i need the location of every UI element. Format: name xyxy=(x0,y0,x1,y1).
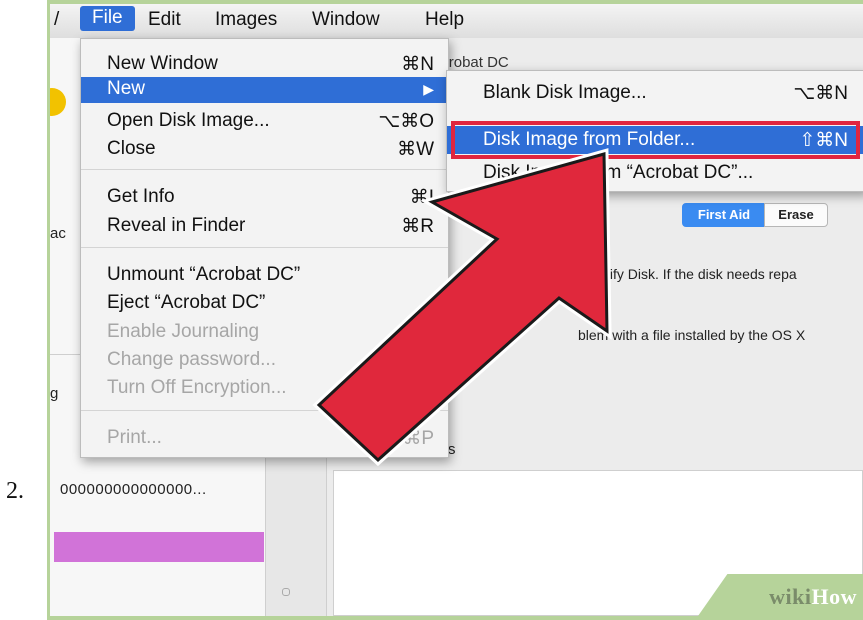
menu-item-label: Disk Image from “Acrobat DC”... xyxy=(483,162,754,183)
menu-item-label: Open Disk Image... xyxy=(107,110,270,131)
menu-item-label: Turn Off Encryption... xyxy=(107,377,287,398)
wikihow-watermark: wikiHow xyxy=(769,584,857,610)
watermark-how: How xyxy=(811,584,857,609)
menu-item-label: Unmount “Acrobat DC” xyxy=(107,264,301,285)
disk-icon xyxy=(50,88,66,116)
menu-separator xyxy=(81,410,448,411)
menu-item-turn-off-encryption: Turn Off Encryption... xyxy=(81,376,448,400)
shortcut-label: ⌘R xyxy=(401,216,434,237)
submenu-arrow-icon: ▶ xyxy=(423,81,434,97)
menu-file[interactable]: File xyxy=(80,6,135,31)
mac-screen: / File Edit Images Window Help ac g 0000… xyxy=(50,4,863,616)
menu-item-label: New Window xyxy=(107,53,218,74)
menu-item-label: Print... xyxy=(107,427,162,448)
menu-images[interactable]: Images xyxy=(215,9,277,31)
menu-bar: / File Edit Images Window Help xyxy=(50,4,863,39)
menu-item-label: New xyxy=(107,78,146,99)
menu-help[interactable]: Help xyxy=(425,9,464,31)
menu-item-reveal-in-finder[interactable]: Reveal in Finder ⌘R xyxy=(81,214,448,238)
menu-separator xyxy=(81,247,448,248)
menu-item-new-window[interactable]: New Window ⌘N xyxy=(81,52,448,76)
menu-item-label: Get Info xyxy=(107,186,175,207)
menu-item-label: Change password... xyxy=(107,349,276,370)
shortcut-label: ⌥⌘N xyxy=(793,83,848,104)
shortcut-label: ⌥⌘O xyxy=(378,111,434,132)
menu-separator xyxy=(81,169,448,170)
menu-item-eject[interactable]: Eject “Acrobat DC” xyxy=(81,291,448,315)
menu-item-get-info[interactable]: Get Info ⌘I xyxy=(81,185,448,209)
submenu-item-blank-disk-image[interactable]: Blank Disk Image... ⌥⌘N xyxy=(447,79,863,107)
sidebar-fragment-ac: ac xyxy=(50,225,66,242)
pane-fragment-s: s xyxy=(448,441,456,458)
first-aid-info-line-1: k Verify Disk. If the disk needs repa xyxy=(578,266,797,282)
shortcut-label: ⌘N xyxy=(401,54,434,75)
submenu-item-disk-image-from-volume[interactable]: Disk Image from “Acrobat DC”... xyxy=(447,159,863,187)
tab-erase[interactable]: Erase xyxy=(764,203,828,227)
screenshot-frame: / File Edit Images Window Help ac g 0000… xyxy=(47,0,863,620)
menu-edit[interactable]: Edit xyxy=(148,9,181,31)
menu-item-change-password: Change password... xyxy=(81,348,448,372)
menu-item-label: Eject “Acrobat DC” xyxy=(107,292,266,313)
menu-item-label: Blank Disk Image... xyxy=(483,82,647,103)
menu-item-open-disk-image[interactable]: Open Disk Image... ⌥⌘O xyxy=(81,109,448,133)
file-menu: New Window ⌘N New ▶ Open Disk Image... ⌥… xyxy=(80,38,449,458)
watermark-wiki: wiki xyxy=(769,584,812,609)
step-number: 2. xyxy=(6,478,24,504)
resize-dot-icon[interactable] xyxy=(282,588,290,596)
tab-first-aid[interactable]: First Aid xyxy=(682,203,766,227)
first-aid-info-line-2: blem with a file installed by the OS X xyxy=(578,327,806,343)
new-submenu: Blank Disk Image... ⌥⌘N Disk Image from … xyxy=(446,70,863,192)
shortcut-label: ⌘W xyxy=(397,139,434,160)
menu-item-label: Close xyxy=(107,138,156,159)
menu-item-close[interactable]: Close ⌘W xyxy=(81,137,448,161)
menu-item-unmount[interactable]: Unmount “Acrobat DC” xyxy=(81,263,448,287)
sidebar-fragment-g: g xyxy=(50,385,59,402)
highlight-callout-box xyxy=(451,121,860,159)
selected-volume-row[interactable] xyxy=(54,532,264,562)
menu-window[interactable]: Window xyxy=(312,9,380,31)
apple-menu-fragment[interactable]: / xyxy=(54,9,59,31)
shortcut-label: ⌘P xyxy=(402,428,434,449)
shortcut-label: ⌘I xyxy=(409,187,434,208)
menu-item-new[interactable]: New ▶ xyxy=(81,77,448,103)
menu-item-label: Reveal in Finder xyxy=(107,215,246,236)
menu-item-label: Enable Journaling xyxy=(107,321,260,342)
device-id-label[interactable]: 000000000000000... xyxy=(60,481,207,498)
menu-item-enable-journaling: Enable Journaling xyxy=(81,320,448,344)
menu-item-print: Print... ⌘P xyxy=(81,426,448,450)
